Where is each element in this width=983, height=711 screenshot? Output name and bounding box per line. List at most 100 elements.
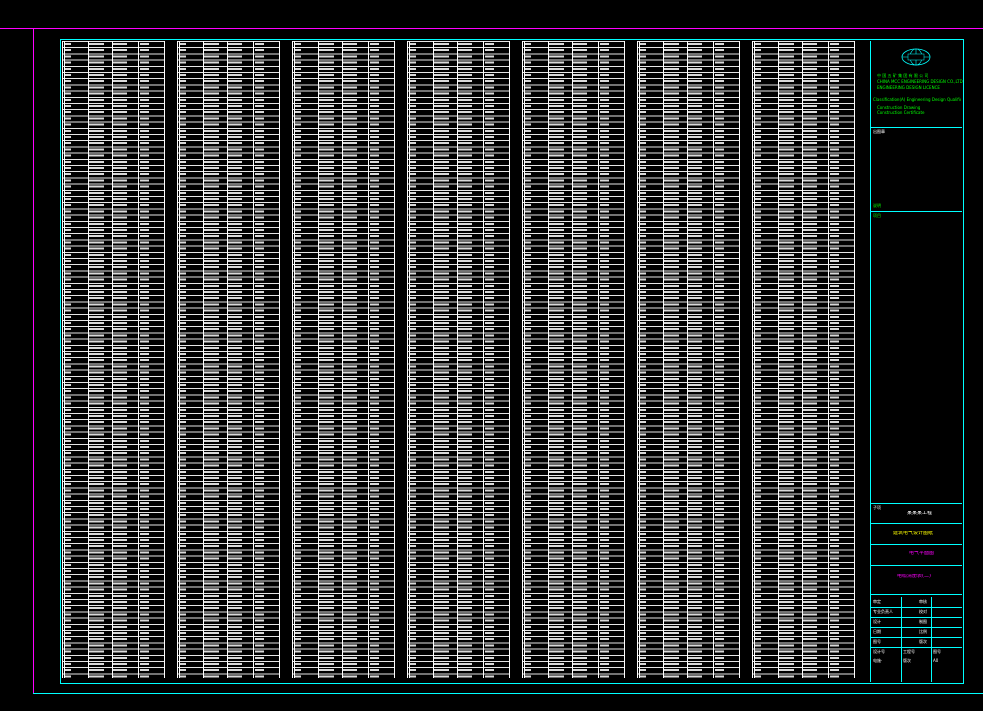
signature-value: 版次	[919, 639, 927, 644]
table-column-block	[292, 41, 395, 678]
table-cell-text	[65, 43, 71, 678]
drawing-info-cell: 工程号	[903, 649, 915, 654]
sheet-title-3: 电气平面图	[909, 551, 935, 556]
table-column-divider	[598, 41, 599, 678]
table-cell-text	[525, 43, 531, 678]
signature-value: 比例	[919, 629, 927, 634]
signature-value: 校对	[919, 609, 927, 614]
company-name-en: CHINA MCC ENGINEERING DESIGN CO.,LTD	[877, 79, 963, 84]
table-cell-text	[755, 43, 761, 678]
qualification-note: Classification(A) Engineering Design Qua…	[873, 97, 961, 102]
tb-divider	[871, 647, 962, 648]
table-cell-text	[113, 43, 127, 678]
drawing-info-cell: 电施-	[873, 658, 883, 663]
table-cell-text	[204, 43, 219, 678]
table-column-divider	[828, 41, 829, 678]
signature-label: 设计	[873, 619, 881, 624]
table-cell-text	[600, 43, 609, 678]
tb-divider	[871, 617, 962, 618]
tb-divider	[871, 594, 962, 595]
signature-label: 专业负责人	[873, 609, 893, 614]
table-column-divider	[253, 41, 254, 678]
table-cell-text	[295, 43, 301, 678]
project-label: 项目	[873, 213, 881, 218]
table-column-divider	[739, 41, 740, 678]
table-column-block	[407, 41, 510, 678]
table-cell-text	[803, 43, 817, 678]
tb-divider	[871, 544, 962, 545]
table-cell-text	[370, 43, 379, 678]
table-cell-text	[485, 43, 494, 678]
sheet-title-1: 某某某工程	[907, 511, 933, 516]
table-column-divider	[394, 41, 395, 678]
table-column-block	[752, 41, 855, 678]
signature-label: 图号	[873, 639, 881, 644]
table-cell-text	[255, 43, 264, 678]
table-column-divider	[522, 41, 523, 678]
stamp-label: 出图章	[873, 129, 885, 134]
tb-divider	[871, 607, 962, 608]
cert-line-2: Construction Certificate	[877, 110, 925, 115]
tb-divider	[871, 565, 962, 566]
table-cell-text	[573, 43, 587, 678]
tb-divider	[871, 127, 962, 128]
tb-divider	[871, 211, 962, 212]
tb-cell-divider	[931, 597, 932, 682]
design-licence: ENGINEERING DESIGN LICENCE	[877, 85, 940, 90]
table-column-block	[177, 41, 280, 678]
tb-cell-divider	[901, 597, 902, 682]
table-cell-text	[549, 43, 564, 678]
table-column-divider	[368, 41, 369, 678]
table-cell-text	[180, 43, 186, 678]
table-column-divider	[62, 41, 63, 678]
table-cell-text	[688, 43, 702, 678]
table-cell-text	[343, 43, 357, 678]
drawing-info-cell: A0	[933, 658, 939, 663]
tb-divider	[871, 523, 962, 524]
tb-divider	[871, 637, 962, 638]
cable-schedule-table	[62, 41, 868, 678]
table-cell-text	[319, 43, 334, 678]
table-cell-text	[410, 43, 416, 678]
table-cell-text	[140, 43, 149, 678]
table-column-divider	[624, 41, 625, 678]
table-column-divider	[483, 41, 484, 678]
table-cell-text	[228, 43, 242, 678]
table-cell-text	[715, 43, 724, 678]
table-cell-text	[664, 43, 679, 678]
sheet-bottom-edge	[33, 693, 983, 694]
revision-note: 说明	[873, 203, 881, 208]
tb-divider	[871, 503, 962, 504]
drawing-label: 子项	[873, 505, 881, 510]
table-column-divider	[637, 41, 638, 678]
table-column-divider	[138, 41, 139, 678]
tb-divider	[871, 627, 962, 628]
table-cell-text	[458, 43, 472, 678]
table-column-divider	[292, 41, 293, 678]
table-column-block	[62, 41, 165, 678]
sheet-title-2: 建筑电气设计图纸	[893, 531, 934, 536]
company-logo-icon	[901, 48, 931, 66]
table-column-block	[522, 41, 625, 678]
signature-label: 日期	[873, 629, 881, 634]
table-column-divider	[509, 41, 510, 678]
drawing-info-cell: 版次	[903, 658, 911, 663]
sheet-title-4: 电缆清册表(二)	[897, 574, 931, 579]
table-column-divider	[752, 41, 753, 678]
signature-value: 审核	[919, 599, 927, 604]
table-column-divider	[407, 41, 408, 678]
company-name-cn: 中 国 五 矿 集 团 有 限 公 司	[877, 73, 929, 78]
table-cell-text	[89, 43, 104, 678]
table-cell-text	[779, 43, 794, 678]
table-cell-text	[640, 43, 646, 678]
table-cell-text	[830, 43, 839, 678]
drawing-info-cell: 设计号	[873, 649, 885, 654]
table-column-divider	[164, 41, 165, 678]
table-column-divider	[713, 41, 714, 678]
drawing-info-cell: 图号	[933, 649, 941, 654]
table-cell-text	[434, 43, 449, 678]
signature-label: 审定	[873, 599, 881, 604]
table-column-block	[637, 41, 740, 678]
table-column-divider	[177, 41, 178, 678]
table-column-divider	[279, 41, 280, 678]
